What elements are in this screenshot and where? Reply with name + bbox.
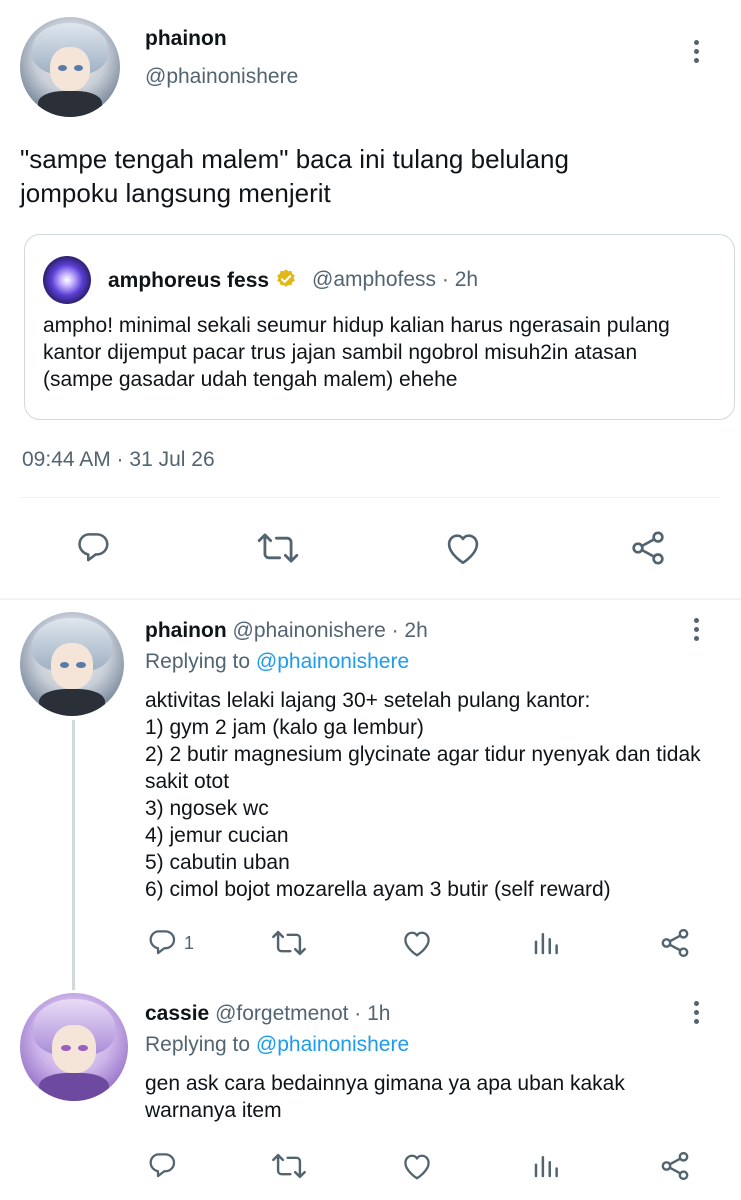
reply-icon[interactable] — [146, 1149, 178, 1181]
more-options-icon[interactable] — [694, 1001, 700, 1028]
avatar[interactable] — [20, 17, 120, 117]
share-icon[interactable] — [628, 528, 668, 568]
analytics-icon[interactable] — [531, 928, 561, 958]
more-options-icon[interactable] — [694, 618, 700, 645]
replying-to: Replying to @phainonishere — [145, 1033, 410, 1056]
divider — [0, 598, 741, 600]
mention-link[interactable]: @phainonishere — [256, 1033, 409, 1056]
reply-author-name[interactable]: phainon — [145, 619, 227, 642]
reply-text: gen ask cara bedainnya gimana ya apa uba… — [145, 1072, 631, 1122]
retweet-icon[interactable] — [271, 1151, 307, 1181]
replying-to: Replying to @phainonishere — [145, 650, 410, 673]
reply-meta: @phainonishere · 2h — [232, 619, 428, 642]
divider — [20, 497, 720, 498]
mention-link[interactable]: @phainonishere — [256, 650, 409, 673]
reply-text: aktivitas lelaki lajang 30+ setelah pula… — [145, 689, 701, 901]
avatar[interactable] — [20, 612, 124, 716]
reply-author-name[interactable]: cassie — [145, 1002, 209, 1025]
reply-icon[interactable] — [146, 926, 178, 958]
retweet-icon[interactable] — [271, 928, 307, 958]
reply-count: 1 — [184, 933, 195, 953]
quote-author-name: amphoreus fess — [108, 268, 297, 296]
thread-line — [72, 720, 75, 990]
more-options-icon[interactable] — [694, 40, 700, 67]
reply-header: cassie @forgetmenot · 1h — [145, 1002, 390, 1026]
author-name[interactable]: phainon — [145, 27, 227, 51]
tweet-text: "sampe tengah malem" baca ini tulang bel… — [20, 144, 577, 208]
like-icon[interactable] — [400, 928, 434, 958]
reply-meta: @forgetmenot · 1h — [215, 1002, 391, 1025]
verified-badge-icon — [275, 268, 297, 296]
avatar[interactable] — [20, 993, 128, 1101]
like-icon[interactable] — [400, 1151, 434, 1181]
share-icon[interactable] — [658, 1149, 692, 1183]
quote-handle: @amphofess · 2h — [312, 268, 479, 291]
retweet-icon[interactable] — [256, 530, 300, 566]
reply-icon[interactable] — [74, 528, 112, 566]
quote-avatar — [43, 256, 91, 304]
share-icon[interactable] — [658, 926, 692, 960]
analytics-icon[interactable] — [531, 1151, 561, 1181]
tweet-timestamp: 09:44 AM · 31 Jul 26 — [22, 448, 215, 471]
reply-header: phainon @phainonishere · 2h — [145, 619, 428, 643]
author-handle[interactable]: @phainonishere — [145, 65, 298, 89]
like-icon[interactable] — [443, 530, 483, 566]
quote-text: ampho! minimal sekali seumur hidup kalia… — [43, 314, 676, 391]
